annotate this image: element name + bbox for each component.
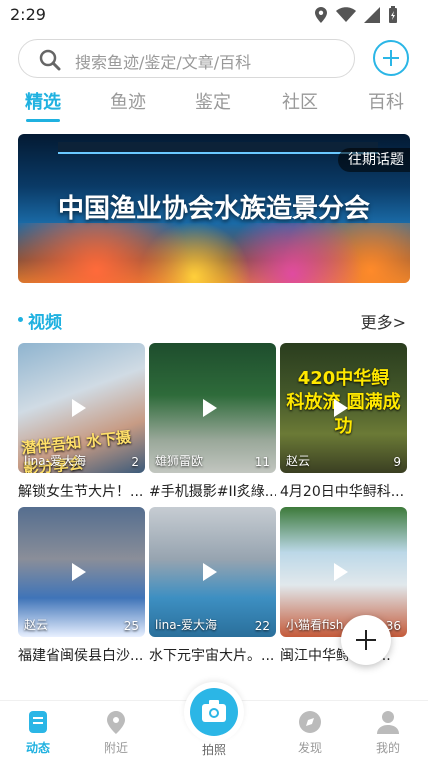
person-icon	[377, 711, 399, 734]
battery-icon	[389, 6, 397, 23]
video-title: #手机摄影#II炙綠...	[149, 484, 276, 500]
compass-icon	[299, 711, 321, 733]
play-icon	[334, 399, 348, 417]
camera-label: 拍照	[201, 743, 226, 757]
video-card[interactable]: 雄狮雷欧 11 #手机摄影#II炙綠...	[149, 343, 276, 503]
nav-profile[interactable]: 我的	[358, 709, 418, 756]
video-count: 22	[254, 619, 270, 633]
search-icon	[39, 49, 61, 71]
nav-nearby[interactable]: 附近	[86, 709, 146, 756]
video-thumbnail: 420中华鲟 科放流 圆满成功 赵云 9	[280, 343, 407, 473]
more-link[interactable]: 更多>	[361, 309, 406, 333]
play-icon	[334, 563, 348, 581]
status-icons	[314, 6, 398, 24]
nav-label: 附近	[103, 741, 128, 755]
video-thumbnail: 赵云 25	[18, 507, 145, 637]
video-count: 9	[393, 455, 401, 469]
camera-circle	[190, 688, 238, 736]
play-icon	[203, 399, 217, 417]
nav-label: 发现	[297, 741, 322, 755]
tab-identify[interactable]: 鉴定	[195, 88, 231, 114]
video-count: 25	[123, 619, 139, 633]
video-thumbnail: 潜伴吾知 水下摄影分享会 lina-爱大海 2	[18, 343, 145, 473]
video-count: 11	[254, 455, 270, 469]
tab-underline	[26, 119, 60, 122]
nav-feed[interactable]: 动态	[8, 709, 68, 756]
banner[interactable]: 往期话题 中国渔业协会水族造景分会	[18, 134, 410, 283]
video-title: 水下元宇宙大片。...	[149, 648, 275, 664]
location-status-icon	[315, 7, 327, 23]
nav-label: 动态	[25, 741, 50, 755]
camera-icon	[202, 700, 226, 722]
search-placeholder: 搜索鱼迹/鉴定/文章/百科	[75, 53, 252, 72]
search-input[interactable]: 搜索鱼迹/鉴定/文章/百科	[18, 39, 355, 78]
video-author: 小猫看fish	[286, 618, 344, 632]
nav-discover[interactable]: 发现	[280, 709, 340, 756]
banner-tag[interactable]: 往期话题	[338, 148, 410, 172]
video-card[interactable]: 赵云 25 福建省闽侯县白沙...	[18, 507, 145, 667]
camera-button[interactable]	[184, 682, 244, 742]
video-title: 解锁女生节大片！...	[18, 484, 144, 500]
feed-icon	[29, 711, 47, 733]
tab-community[interactable]: 社区	[282, 88, 318, 114]
status-time: 2:29	[10, 5, 46, 24]
video-card[interactable]: 潜伴吾知 水下摄影分享会 lina-爱大海 2 解锁女生节大片！...	[18, 343, 145, 503]
play-icon	[72, 563, 86, 581]
tab-fish-trace[interactable]: 鱼迹	[110, 88, 146, 114]
wifi-icon	[336, 7, 356, 22]
video-count: 2	[131, 455, 139, 469]
video-author: 赵云	[24, 618, 49, 632]
tab-encyclopedia[interactable]: 百科	[368, 88, 404, 114]
video-author: lina-爱大海	[24, 454, 86, 468]
video-title: 福建省闽侯县白沙...	[18, 648, 144, 664]
floating-add-button[interactable]	[341, 615, 391, 665]
aquarium-light	[58, 142, 378, 154]
signal-icon	[364, 7, 380, 23]
reef-image	[18, 223, 410, 283]
tab-selected[interactable]: 精选	[25, 88, 61, 114]
play-icon	[203, 563, 217, 581]
video-author: 雄狮雷欧	[155, 454, 204, 468]
nav-label: 我的	[375, 741, 400, 755]
add-post-icon[interactable]	[373, 40, 409, 76]
video-thumbnail: 雄狮雷欧 11	[149, 343, 276, 473]
section-dot	[18, 317, 23, 322]
video-author: 赵云	[286, 454, 311, 468]
video-thumbnail: lina-爱大海 22	[149, 507, 276, 637]
video-author: lina-爱大海	[155, 618, 217, 632]
video-section-header: 视频 更多>	[18, 308, 410, 333]
video-card[interactable]: 420中华鲟 科放流 圆满成功 赵云 9 4月20日中华鲟科...	[280, 343, 407, 503]
video-thumbnail: 小猫看fish 36	[280, 507, 407, 637]
section-title: 视频	[28, 313, 62, 333]
tab-bar: 精选 鱼迹 鉴定 社区 百科	[0, 88, 428, 122]
status-bar: 2:29	[0, 0, 428, 30]
play-icon	[72, 399, 86, 417]
banner-title: 中国渔业协会水族造景分会	[57, 194, 370, 224]
video-title: 4月20日中华鲟科...	[280, 484, 405, 500]
location-pin-icon	[107, 711, 125, 734]
video-card[interactable]: lina-爱大海 22 水下元宇宙大片。...	[149, 507, 276, 667]
